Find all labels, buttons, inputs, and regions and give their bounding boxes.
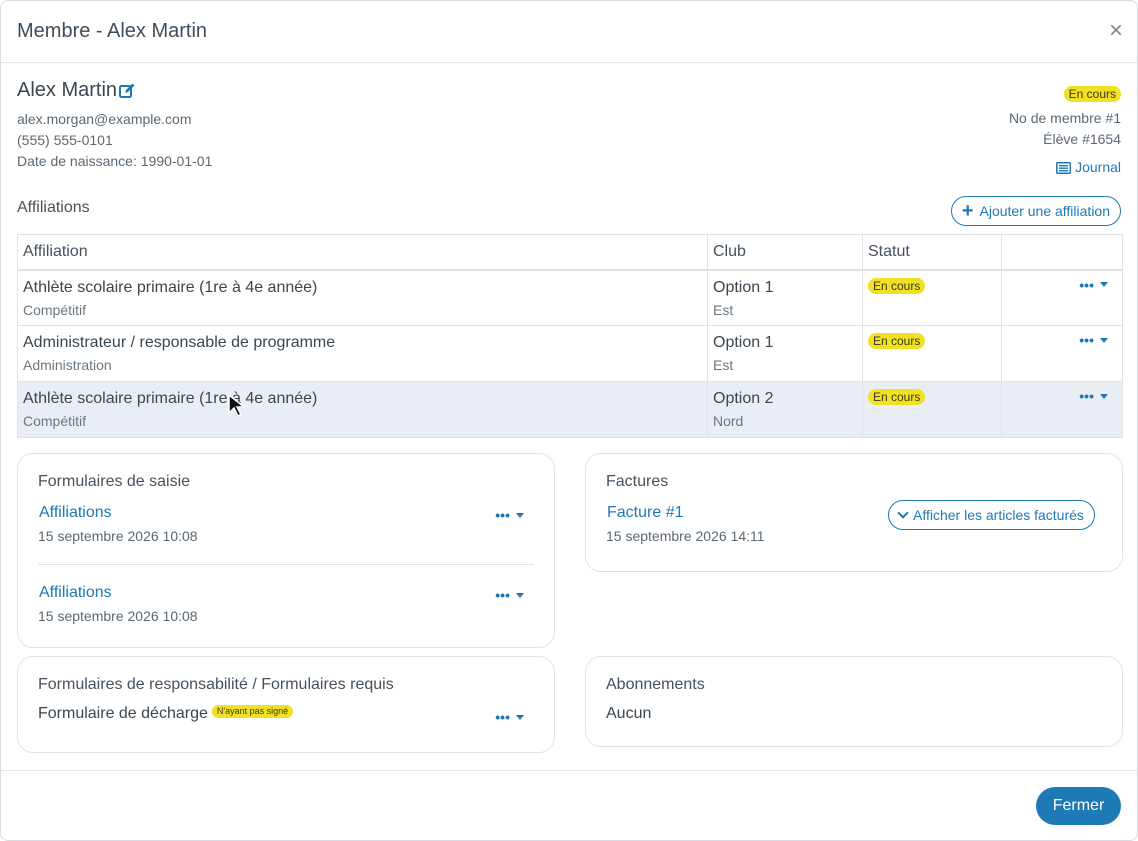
form-menu-button[interactable]: ••• [495, 587, 524, 603]
add-affiliation-button[interactable]: + Ajouter une affiliation [950, 196, 1121, 226]
more-icon: ••• [1079, 332, 1094, 348]
caret-down-icon [1100, 337, 1108, 343]
caret-down-icon [1100, 393, 1108, 399]
row-menu-button[interactable]: ••• [1079, 332, 1108, 348]
affiliation-name: Athlète scolaire primaire (1re à 4e anné… [23, 278, 318, 296]
member-contact: alex.morgan@example.com (555) 555-0101 D… [17, 109, 212, 172]
card-title: Factures [606, 473, 669, 490]
chevron-down-icon [897, 507, 909, 519]
caret-down-icon [516, 714, 524, 720]
form-menu-button[interactable]: ••• [495, 507, 524, 523]
affiliation-name: Administrateur / responsable de programm… [23, 334, 336, 351]
member-phone: (555) 555-0101 [17, 132, 113, 148]
student-number: Élève #1654 [1043, 131, 1121, 147]
invoice-date: 15 septembre 2026 14:11 [606, 528, 765, 544]
modal-title: Membre - Alex Martin [17, 20, 208, 42]
modal-header: Membre - Alex Martin × [1, 1, 1137, 63]
card-title: Formulaires de responsabilité / Formulai… [38, 676, 394, 693]
waiver-item: Formulaire de décharge N'ayant pas signé [38, 705, 294, 723]
subscriptions-value: Aucun [606, 705, 652, 722]
card-title: Formulaires de saisie [38, 473, 191, 490]
caret-down-icon [516, 592, 524, 598]
status-badge: En cours [868, 389, 926, 405]
member-meta: En cours No de membre #1 Élève #1654 Jou… [1009, 83, 1121, 180]
affiliation-category: Compétitif [23, 301, 87, 318]
column-header: Statut [862, 234, 1002, 271]
subscriptions-card: Abonnements Aucun [585, 656, 1123, 747]
row-menu-button[interactable]: ••• [1079, 277, 1108, 293]
more-icon: ••• [495, 709, 510, 725]
club-region: Nord [713, 413, 744, 429]
affiliation-category: Administration [23, 357, 112, 373]
close-button[interactable]: Fermer [1036, 787, 1121, 825]
affiliations-table: Affiliation Club Statut Athlète scolaire… [17, 234, 1123, 438]
invoice-link[interactable]: Facture #1 [607, 504, 683, 522]
caret-down-icon [1100, 282, 1108, 287]
journal-label: Journal [1075, 159, 1121, 175]
add-affiliation-label: Ajouter une affiliation [979, 203, 1111, 219]
journal-link[interactable]: Journal [1056, 157, 1121, 178]
member-birthdate: Date de naissance: 1990-01-01 [17, 153, 213, 169]
affiliations-title: Affiliations [17, 199, 90, 216]
more-icon: ••• [1079, 276, 1094, 293]
form-link[interactable]: Affiliations [39, 584, 112, 602]
more-icon: ••• [1079, 388, 1094, 404]
club-region: Est [713, 357, 734, 373]
member-email: alex.morgan@example.com [17, 111, 192, 127]
card-title: Abonnements [606, 676, 705, 693]
row-menu-button[interactable]: ••• [1079, 388, 1108, 404]
column-header: Club [707, 234, 863, 271]
club-region: Est [713, 301, 734, 318]
close-icon[interactable]: × [1109, 19, 1123, 43]
affiliation-category: Compétitif [23, 413, 87, 429]
club-name: Option 1 [713, 334, 774, 351]
edit-icon[interactable] [119, 83, 135, 99]
affiliation-name: Athlète scolaire primaire (1re à 4e anné… [23, 390, 318, 407]
member-name: Alex Martin [17, 79, 118, 101]
show-invoice-items-button[interactable]: Afficher les articles facturés [888, 500, 1095, 530]
form-link[interactable]: Affiliations [39, 504, 112, 522]
waiver-status-badge: N'ayant pas signé [211, 705, 294, 718]
table-row[interactable]: Athlète scolaire primaire (1re à 4e anné… [17, 269, 1123, 326]
club-name: Option 1 [713, 278, 774, 296]
table-row[interactable]: Administrateur / responsable de programm… [17, 325, 1123, 382]
waivers-card: Formulaires de responsabilité / Formulai… [17, 656, 555, 753]
status-badge: En cours [1063, 86, 1121, 102]
footer-divider [1, 770, 1137, 771]
form-date: 15 septembre 2026 10:08 [38, 528, 198, 544]
waiver-label: Formulaire de décharge [38, 705, 208, 722]
more-icon: ••• [495, 507, 510, 523]
member-modal: Membre - Alex Martin × Alex Martin alex.… [0, 0, 1138, 841]
show-invoice-items-label: Afficher les articles facturés [913, 507, 1084, 523]
divider [38, 564, 534, 565]
invoices-card: Factures Facture #1 15 septembre 2026 14… [585, 453, 1123, 572]
table-row[interactable]: Athlète scolaire primaire (1re à 4e anné… [17, 381, 1123, 438]
caret-down-icon [516, 512, 524, 518]
status-badge: En cours [868, 277, 926, 294]
plus-icon: + [961, 200, 974, 222]
mouse-cursor-icon [228, 393, 245, 417]
status-badge: En cours [868, 333, 926, 349]
waiver-menu-button[interactable]: ••• [495, 709, 524, 725]
journal-icon [1056, 161, 1072, 174]
club-name: Option 2 [713, 390, 774, 407]
column-header: Affiliation [17, 234, 708, 271]
form-date: 15 septembre 2026 10:08 [38, 608, 198, 624]
member-name-block: Alex Martin [17, 79, 135, 102]
entry-forms-card: Formulaires de saisie Affiliations 15 se… [17, 453, 555, 648]
column-header [1001, 234, 1123, 271]
more-icon: ••• [495, 587, 510, 603]
member-number: No de membre #1 [1008, 110, 1121, 126]
